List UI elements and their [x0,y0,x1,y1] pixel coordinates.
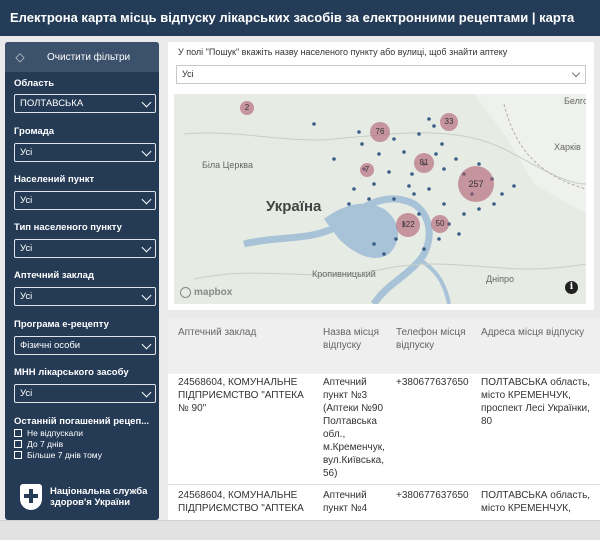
chevron-down-icon [141,146,152,157]
map-cluster[interactable]: 76 [370,122,390,142]
filter-select-program[interactable]: Фізичні особи [14,336,156,355]
table-header: Аптечний заклад Назва місця відпуску Тел… [168,318,600,374]
filter-select-pharmacy[interactable]: Усі [14,287,156,306]
clear-filters-button[interactable]: ◇ Очистити фільтри [5,42,159,72]
logo-line-1: Національна служба [50,486,148,497]
filter-value: ПОЛТАВСЬКА [20,98,84,109]
checkbox-box[interactable] [14,451,22,459]
checkbox-label: Не відпускали [27,428,83,438]
label-dnipro: Дніпро [486,274,514,284]
chevron-down-icon [141,387,152,398]
filter-value: Усі [20,147,33,158]
filter-label-settlement: Населений пункт [14,174,95,185]
cell-address: ПОЛТАВСЬКА область, місто КРЕМЕНЧУК, про… [481,377,591,427]
pharmacy-map[interactable]: Біла Церква Україна Харків Кропивницький… [174,94,586,304]
filter-value: Фізичні особи [20,340,81,351]
filter-select-hromada[interactable]: Усі [14,143,156,162]
map-cluster[interactable]: 7 [360,163,374,177]
chevron-down-icon [141,290,152,301]
search-value: Усі [182,69,194,79]
map-cluster[interactable]: 122 [396,213,420,237]
filter-label-program: Програма е-рецепту [14,319,109,330]
logo-line-2: здоров'я України [50,497,131,508]
label-ukraine: Україна [266,198,322,215]
cell-place: Аптечний пункт №3 (Аптеки №90 Полтавська… [323,377,385,479]
column-header-address[interactable]: Адреса місця відпуску [481,326,591,339]
mapbox-label: mapbox [194,287,233,298]
checkbox-label: До 7 днів [27,439,64,449]
map-panel: У полі "Пошук" вкажіть назву населеного … [168,42,594,310]
chevron-down-icon [571,68,581,78]
checkbox-box[interactable] [14,429,22,437]
shield-cross-icon [20,484,42,510]
filter-select-settlement[interactable]: Усі [14,191,156,210]
checkbox-box[interactable] [14,440,22,448]
map-cluster[interactable]: 2 [240,101,254,115]
chevron-down-icon [141,339,152,350]
mapbox-logo-icon [180,287,191,298]
cell-address: ПОЛТАВСЬКА область, місто КРЕМЕНЧУК, [481,490,591,514]
search-hint: У полі "Пошук" вкажіть назву населеного … [178,47,508,57]
filter-label-last-redeemed: Останній погашений рецеп... [14,416,150,427]
column-header-phone[interactable]: Телефон місця відпуску [396,326,472,352]
filter-select-inn[interactable]: Усі [14,384,156,403]
checkbox-over-7-days[interactable]: Більше 7 днів тому [14,450,102,460]
clear-filters-label: Очистити фільтри [47,51,131,63]
filter-sidebar: ◇ Очистити фільтри Область ПОЛТАВСЬКА Гр… [5,42,159,520]
chevron-down-icon [141,194,152,205]
filter-value: Усі [20,243,33,254]
filter-select-oblast[interactable]: ПОЛТАВСЬКА [14,94,156,113]
checkbox-not-dispensed[interactable]: Не відпускали [14,428,83,438]
label-kharkiv: Харків [554,142,581,152]
checkbox-label: Більше 7 днів тому [27,450,102,460]
filter-select-settlement-type[interactable]: Усі [14,239,156,258]
eraser-icon: ◇ [15,50,25,64]
checkbox-within-7-days[interactable]: До 7 днів [14,439,63,449]
pharmacy-table: Аптечний заклад Назва місця відпуску Тел… [168,318,600,520]
map-cluster[interactable]: 33 [440,113,458,131]
map-cluster[interactable]: 50 [431,215,449,233]
label-bilhorod: Белго [564,96,586,106]
chevron-down-icon [141,242,152,253]
cell-phone: +380677637650 [396,490,469,501]
column-header-pharmacy[interactable]: Аптечний заклад [178,326,308,339]
filter-label-hromada: Громада [14,126,55,137]
info-icon[interactable]: i [565,281,578,294]
label-bila-tserkva: Біла Церква [202,160,253,170]
filter-value: Усі [20,291,33,302]
search-select[interactable]: Усі [176,65,586,84]
mapbox-attribution[interactable]: mapbox [180,287,232,298]
cell-place: Аптечний пункт №4 [323,490,368,514]
filter-label-pharmacy: Аптечний заклад [14,270,94,281]
filter-label-inn: МНН лікарського засобу [14,367,129,378]
filter-label-oblast: Область [14,78,55,89]
label-kropyvnytskyi: Кропивницький [312,269,376,279]
column-header-place[interactable]: Назва місця відпуску [323,326,387,352]
map-cluster[interactable]: 81 [414,153,434,173]
cell-pharmacy: 24568604, КОМУНАЛЬНЕ ПІДПРИЄМСТВО "АПТЕК… [178,490,304,514]
chevron-down-icon [141,97,152,108]
filter-value: Усі [20,388,33,399]
filter-value: Усі [20,195,33,206]
row-divider [168,484,600,485]
nszu-logo: Національна служба здоров'я України [20,484,147,510]
map-cluster[interactable]: 257 [458,166,494,202]
cell-pharmacy: 24568604, КОМУНАЛЬНЕ ПІДПРИЄМСТВО "АПТЕК… [178,377,304,414]
bottom-bar [0,520,600,540]
page-title: Електрона карта місць відпуску лікарськи… [0,0,600,36]
cell-phone: +380677637650 [396,377,469,388]
filter-label-settlement-type: Тип населеного пункту [14,222,122,233]
